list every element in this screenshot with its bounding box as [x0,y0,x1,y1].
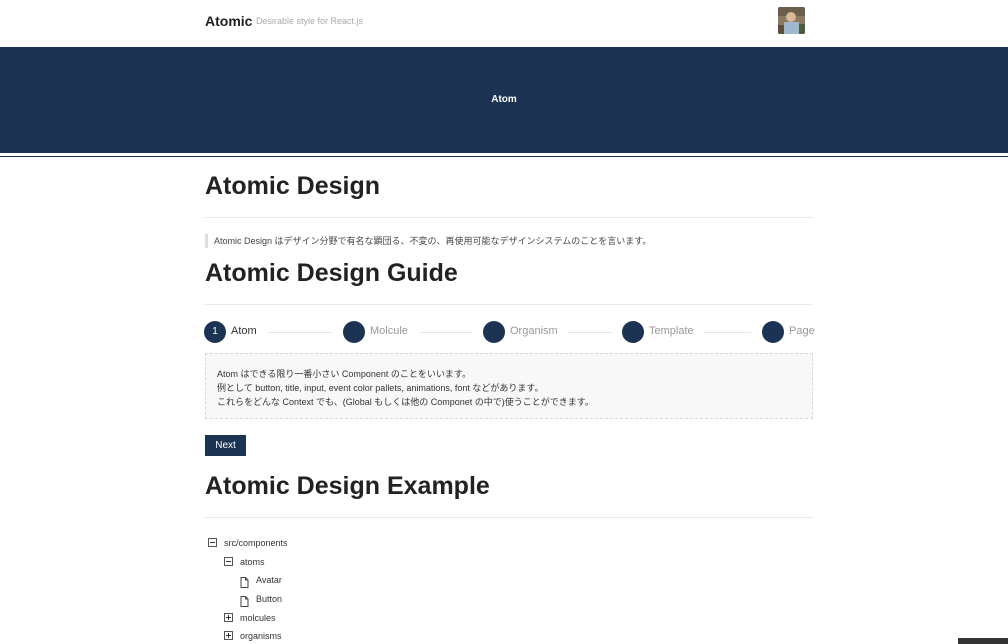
heading-divider [205,517,813,518]
avatar-photo-icon [778,7,805,34]
plus-box-icon[interactable] [224,613,233,622]
step-connector [703,332,751,333]
hero-title: Atom [491,94,517,105]
step-connector [567,332,612,333]
tree-label: organisms [240,631,282,641]
step-label: Organism [510,325,558,337]
description-line: これらをどんな Context でも、(Global もしくは他の Compon… [217,397,594,407]
user-avatar[interactable] [778,7,805,34]
brand-title[interactable]: Atomic [205,13,252,29]
description-line: 例として button, title, input, event color p… [217,383,544,393]
step-number [622,321,644,343]
step-connector [420,332,472,333]
step-number [762,321,784,343]
floating-scroll-button[interactable] [958,638,1008,644]
tree-label: src/components [224,538,288,548]
plus-box-icon[interactable] [224,631,233,640]
step-label: Page [789,325,815,337]
minus-box-icon[interactable] [208,538,217,547]
file-icon [240,575,249,588]
step-number [343,321,365,343]
tree-label: Avatar [256,575,282,585]
intro-quote: Atomic Design はデザイン分野で有名な顕団る、不変の、再使用可能なデ… [205,234,651,248]
step-label: Atom [231,325,257,337]
step-label: Molcule [370,325,408,337]
hero-banner: Atom [0,47,1008,153]
example-heading: Atomic Design Example [205,472,490,500]
heading-divider [205,304,813,305]
step-description-box: Atom はできる限り一番小さい Component のことをいいます。 例とし… [205,353,813,419]
description-line: Atom はできる限り一番小さい Component のことをいいます。 [217,369,471,379]
atomic-design-heading: Atomic Design [205,172,381,200]
hero-divider [0,156,1008,157]
step-label: Template [649,325,694,337]
tree-label: atoms [240,557,265,567]
step-connector [268,332,332,333]
brand-tagline: Desirable style for React.js [256,16,364,26]
tree-label: molcules [240,613,276,623]
file-icon [240,594,249,607]
step-number [483,321,505,343]
top-bar: Atomic Desirable style for React.js [0,0,1008,47]
heading-divider [205,217,813,218]
step-number: 1 [204,321,226,343]
minus-box-icon[interactable] [224,557,233,566]
next-button[interactable]: Next [205,435,246,456]
guide-heading: Atomic Design Guide [205,259,458,287]
tree-label: Button [256,594,283,604]
